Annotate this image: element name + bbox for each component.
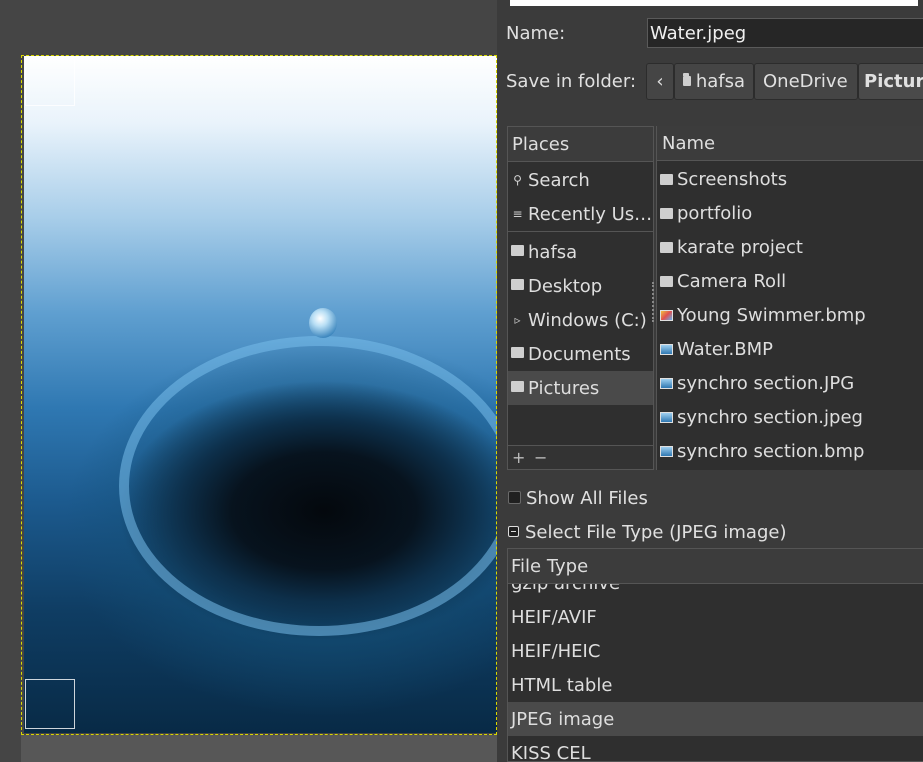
- file-type-option-selected[interactable]: JPEG image: [508, 702, 923, 736]
- file-name: synchro section.JPG: [677, 372, 855, 394]
- file-name: Screenshots: [677, 168, 788, 190]
- place-label: hafsa: [528, 241, 578, 263]
- folder-icon: [683, 72, 691, 86]
- file-type-option[interactable]: HEIF/HEIC: [508, 634, 923, 668]
- file-type-header[interactable]: File Type: [508, 549, 923, 584]
- place-search[interactable]: ⚲ Search: [508, 163, 653, 197]
- file-row[interactable]: Water.BMP: [657, 332, 923, 366]
- corner-guide-bottom-left: [25, 679, 75, 729]
- select-file-type-label[interactable]: Select File Type (JPEG image): [525, 522, 786, 543]
- file-type-expander[interactable]: [508, 526, 519, 537]
- canvas-bottom-strip: [21, 735, 497, 762]
- file-name: synchro section.jpeg: [677, 406, 863, 428]
- file-name: Camera Roll: [677, 270, 787, 292]
- place-label: Recently Us…: [528, 203, 653, 225]
- image-file-icon: [660, 343, 673, 355]
- file-name: synchro section.bmp: [677, 440, 865, 462]
- places-footer: + −: [508, 445, 653, 469]
- show-all-files-label[interactable]: Show All Files: [526, 488, 648, 509]
- file-row[interactable]: Screenshots: [657, 162, 923, 196]
- file-name: Young Swimmer.bmp: [677, 304, 866, 326]
- place-label: Search: [528, 169, 590, 191]
- add-bookmark-button[interactable]: +: [512, 448, 525, 467]
- file-type-option[interactable]: KISS CEL: [508, 736, 923, 762]
- breadcrumb-label: Pictur: [864, 71, 923, 92]
- place-documents[interactable]: Documents: [508, 337, 653, 371]
- file-row[interactable]: Young Swimmer.bmp: [657, 298, 923, 332]
- place-desktop[interactable]: Desktop: [508, 269, 653, 303]
- breadcrumb-hafsa[interactable]: hafsa: [674, 63, 754, 100]
- dialog-title-strip: [510, 0, 918, 6]
- folder-icon: [660, 241, 673, 253]
- file-row[interactable]: synchro section.jpeg: [657, 400, 923, 434]
- image-file-icon: [660, 445, 673, 457]
- show-all-files-checkbox[interactable]: [508, 491, 521, 504]
- file-row[interactable]: synchro section.bmp: [657, 434, 923, 468]
- name-column-header[interactable]: Name: [657, 126, 923, 161]
- place-label: Pictures: [528, 377, 600, 399]
- image-file-icon: [660, 411, 673, 423]
- file-name: portfolio: [677, 202, 753, 224]
- place-hafsa[interactable]: hafsa: [508, 235, 653, 269]
- image-file-icon: [660, 309, 673, 321]
- drive-icon: ▹: [514, 313, 521, 327]
- folder-icon: [511, 279, 524, 293]
- file-type-label: HTML table: [511, 674, 613, 696]
- place-label: Desktop: [528, 275, 603, 297]
- places-header-label: Places: [512, 134, 570, 155]
- places-separator: [508, 231, 653, 232]
- file-type-label: KISS CEL: [511, 742, 591, 762]
- folder-icon: [511, 245, 524, 259]
- file-type-list[interactable]: File Type gzip archive HEIF/AVIF HEIF/HE…: [507, 548, 923, 762]
- remove-bookmark-button[interactable]: −: [534, 448, 547, 467]
- breadcrumb-pictures[interactable]: Pictur: [858, 63, 923, 100]
- folder-icon: [511, 347, 524, 361]
- place-windows-c[interactable]: ▹ Windows (C:): [508, 303, 653, 337]
- breadcrumb-onedrive[interactable]: OneDrive: [754, 63, 858, 100]
- breadcrumb-label: hafsa: [695, 71, 745, 92]
- name-column-label: Name: [662, 133, 716, 154]
- image-boundary: [21, 55, 497, 735]
- file-row[interactable]: karate project: [657, 230, 923, 264]
- file-list-panel: Name Screenshots portfolio karate projec…: [656, 126, 923, 470]
- folder-icon: [511, 381, 524, 395]
- file-row[interactable]: portfolio: [657, 196, 923, 230]
- file-row[interactable]: synchro section.JPG: [657, 366, 923, 400]
- file-type-option[interactable]: HTML table: [508, 668, 923, 702]
- folder-icon: [660, 173, 673, 185]
- corner-guide-top-left: [25, 56, 75, 106]
- place-label: Documents: [528, 343, 631, 365]
- file-name: karate project: [677, 236, 803, 258]
- places-header: Places: [508, 127, 653, 162]
- save-in-folder-label: Save in folder:: [506, 71, 637, 92]
- chevron-left-icon: ‹: [656, 71, 664, 92]
- search-icon: ⚲: [513, 173, 522, 187]
- place-label: Windows (C:): [528, 309, 647, 331]
- filename-input[interactable]: [647, 18, 923, 48]
- folder-icon: [660, 207, 673, 219]
- file-type-label: HEIF/HEIC: [511, 640, 601, 662]
- name-label: Name:: [506, 23, 566, 44]
- place-recently-used[interactable]: ≡ Recently Us…: [508, 197, 653, 231]
- breadcrumb-back-button[interactable]: ‹: [646, 63, 674, 100]
- file-type-label: HEIF/AVIF: [511, 606, 597, 628]
- image-file-icon: [660, 377, 673, 389]
- folder-icon: [660, 275, 673, 287]
- file-type-header-label: File Type: [511, 556, 589, 577]
- place-pictures[interactable]: Pictures: [508, 371, 653, 405]
- recent-icon: ≡: [512, 207, 523, 221]
- places-panel: Places ⚲ Search ≡ Recently Us… hafsa Des…: [507, 126, 654, 470]
- breadcrumb-label: OneDrive: [763, 71, 848, 92]
- file-type-option[interactable]: HEIF/AVIF: [508, 600, 923, 634]
- file-type-label: JPEG image: [511, 708, 615, 730]
- file-row[interactable]: Camera Roll: [657, 264, 923, 298]
- file-name: Water.BMP: [677, 338, 774, 360]
